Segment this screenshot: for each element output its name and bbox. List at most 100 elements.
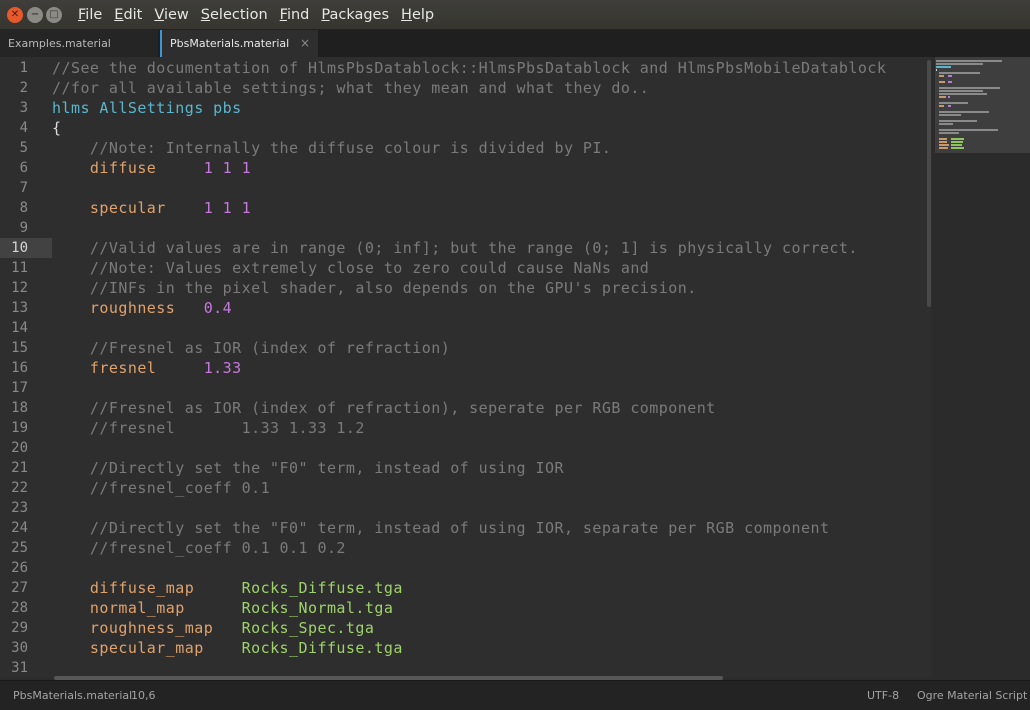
code-line[interactable]: diffuse 1 1 1 (52, 158, 251, 178)
menu-help[interactable]: Help (395, 0, 440, 30)
vertical-scrollbar[interactable] (927, 60, 931, 307)
minimap-line (948, 105, 951, 107)
code-token-keyword: fresnel (52, 359, 204, 377)
status-bar: PbsMaterials.material 10,6 UTF-8 Ogre Ma… (0, 680, 1030, 710)
code-line[interactable]: //Valid values are in range (0; inf]; bu… (52, 238, 858, 258)
code-line[interactable]: //Fresnel as IOR (index of refraction), … (52, 398, 716, 418)
tab-examples-material[interactable]: Examples.material (0, 30, 158, 57)
code-line[interactable]: //fresnel 1.33 1.33 1.2 (52, 418, 365, 438)
line-number: 13 (11, 300, 28, 316)
code-token-keyword: diffuse_map (52, 579, 242, 597)
line-number: 21 (11, 460, 28, 476)
line-number: 5 (19, 140, 28, 156)
code-line[interactable]: roughness 0.4 (52, 298, 232, 318)
minimap-line (936, 69, 937, 71)
window-minimize-button[interactable]: − (27, 7, 43, 23)
line-number: 20 (11, 440, 28, 456)
minimap-line (939, 147, 948, 149)
code-token-keyword: diffuse (52, 159, 204, 177)
code-token-number: 1 1 1 (203, 199, 252, 217)
code-token-string: Rocks_Diffuse.tga (241, 579, 403, 597)
minimap-line (936, 66, 951, 68)
code-line[interactable]: diffuse_map Rocks_Diffuse.tga (52, 578, 403, 598)
line-number: 31 (11, 660, 28, 676)
line-number: 17 (11, 380, 28, 396)
code-line[interactable]: //See the documentation of HlmsPbsDatabl… (52, 58, 886, 78)
menu-bar: ✕ − □ File Edit View Selection Find Pack… (0, 0, 1030, 30)
menu-selection[interactable]: Selection (195, 0, 274, 30)
code-token-string: Rocks_Spec.tga (241, 619, 375, 637)
code-token-block: hlms AllSettings pbs (52, 99, 242, 117)
code-line[interactable]: //INFs in the pixel shader, also depends… (52, 278, 697, 298)
minimap-line (939, 75, 945, 77)
code-editor[interactable]: 1 2 3 4 5 6 7 8 9 10 11 12 13 14 15 16 17 18 19 20 21 22 23 24 2… (0, 57, 932, 678)
code-line[interactable]: specular_map Rocks_Diffuse.tga (52, 638, 403, 658)
line-number: 6 (19, 160, 28, 176)
code-line[interactable]: specular 1 1 1 (52, 198, 251, 218)
line-number: 24 (11, 520, 28, 536)
minimap-line (939, 87, 1000, 89)
code-line[interactable]: //for all available settings; what they … (52, 78, 649, 98)
window-close-button[interactable]: ✕ (7, 7, 23, 23)
menu-view[interactable]: View (148, 0, 194, 30)
code-line[interactable]: hlms AllSettings pbs (52, 98, 242, 118)
code-token-comment: //Valid values are in range (0; inf]; bu… (52, 239, 858, 257)
tab-label: PbsMaterials.material (170, 37, 290, 50)
menu-edit[interactable]: Edit (108, 0, 148, 30)
minimap-line (948, 75, 952, 77)
line-number: 4 (19, 120, 28, 136)
line-number: 19 (11, 420, 28, 436)
line-number: 3 (19, 100, 28, 116)
minimap-line (939, 138, 948, 140)
menu-packages[interactable]: Packages (315, 0, 395, 30)
minimap-line (939, 123, 954, 125)
code-line[interactable]: roughness_map Rocks_Spec.tga (52, 618, 374, 638)
line-number: 22 (11, 480, 28, 496)
code-line[interactable]: //Fresnel as IOR (index of refraction) (52, 338, 450, 358)
code-line[interactable]: //Directly set the "F0" term, instead of… (52, 458, 564, 478)
code-token-number: 0.4 (203, 299, 233, 317)
code-line[interactable]: //Note: Values extremely close to zero c… (52, 258, 649, 278)
status-encoding[interactable]: UTF-8 (867, 681, 899, 710)
minimap-line (951, 144, 962, 146)
line-number: 2 (19, 80, 28, 96)
code-line[interactable]: //fresnel_coeff 0.1 0.1 0.2 (52, 538, 346, 558)
window-maximize-button[interactable]: □ (46, 7, 62, 23)
code-token-comment: //Note: Values extremely close to zero c… (52, 259, 650, 277)
code-token-string: Rocks_Normal.tga (241, 599, 394, 617)
minimap-line (939, 141, 947, 143)
code-line[interactable]: //Note: Internally the diffuse colour is… (52, 138, 611, 158)
line-number: 25 (11, 540, 28, 556)
minimap-line (939, 93, 987, 95)
line-number: 1 (19, 60, 28, 76)
code-token-keyword: specular_map (52, 639, 242, 657)
code-line[interactable]: normal_map Rocks_Normal.tga (52, 598, 393, 618)
minimap-line (939, 144, 949, 146)
line-number: 18 (11, 400, 28, 416)
code-token-comment: //for all available settings; what they … (52, 79, 650, 97)
code-area[interactable]: //See the documentation of HlmsPbsDatabl… (52, 57, 932, 678)
code-token-keyword: normal_map (52, 599, 242, 617)
code-line[interactable]: //Directly set the "F0" term, instead of… (52, 518, 829, 538)
code-line[interactable]: //fresnel_coeff 0.1 (52, 478, 270, 498)
minimap-line (951, 138, 964, 140)
minimap-line (939, 120, 977, 122)
line-number: 15 (11, 340, 28, 356)
minimap[interactable] (932, 57, 1030, 678)
code-line[interactable]: { (52, 118, 61, 138)
menu-find[interactable]: Find (274, 0, 316, 30)
code-token-comment: //Fresnel as IOR (index of refraction) (52, 339, 451, 357)
menu-file[interactable]: File (72, 0, 108, 30)
status-cursor-position: 10,6 (131, 689, 156, 702)
line-number: 26 (11, 560, 28, 576)
status-syntax[interactable]: Ogre Material Script (917, 681, 1027, 710)
tab-close-icon[interactable]: × (300, 30, 310, 57)
line-number-gutter: 1 2 3 4 5 6 7 8 9 10 11 12 13 14 15 16 17 18 19 20 21 22 23 24 2… (0, 57, 52, 678)
minimap-line (939, 96, 946, 98)
line-number: 11 (11, 260, 28, 276)
code-token-comment: //Fresnel as IOR (index of refraction), … (52, 399, 716, 417)
line-number: 28 (11, 600, 28, 616)
line-number: 23 (11, 500, 28, 516)
tab-pbsmaterials-material[interactable]: PbsMaterials.material × (160, 30, 318, 57)
code-line[interactable]: fresnel 1.33 (52, 358, 242, 378)
